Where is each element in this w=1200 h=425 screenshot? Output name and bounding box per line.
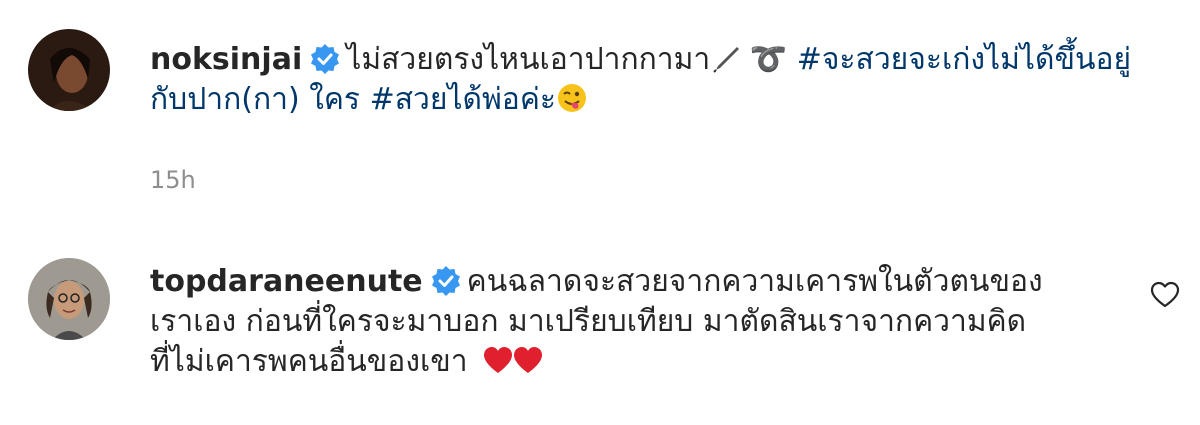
- verified-badge-icon: [431, 266, 460, 296]
- comment-timestamp[interactable]: 15h: [150, 166, 196, 194]
- pen-icon: [713, 47, 740, 73]
- red-heart-emoji: [484, 347, 513, 373]
- verified-badge-icon: [311, 44, 340, 74]
- avatar-image: [28, 258, 110, 340]
- hashtag-link[interactable]: #จะสวยจะเก่งไม่ได้ขึ้นอยู่: [797, 42, 1131, 77]
- like-heart-icon[interactable]: [1150, 280, 1180, 310]
- red-heart-emoji: [514, 347, 543, 373]
- hashtag-link-continued[interactable]: กับปาก(กา) ใคร: [150, 82, 360, 117]
- avatar[interactable]: [28, 258, 110, 340]
- comment-text: noksinjai ไม่สวยตรงไหนเอาปากกามา ➰ #จะสว…: [150, 40, 1131, 120]
- comment-line3: ที่ไม่เคารพคนอื่นของเขา: [150, 344, 468, 379]
- hashtag-link[interactable]: #สวยได้พ่อค่ะ: [370, 82, 556, 117]
- curly-loop-icon: ➰: [740, 42, 797, 77]
- comment-text: topdaraneenute คนฉลาดจะสวยจากความเคารพใน…: [150, 262, 1043, 382]
- comment-line1-text: ไม่สวยตรงไหนเอาปากกามา: [346, 42, 711, 77]
- username[interactable]: noksinjai: [150, 42, 302, 77]
- winking-tongue-emoji: [558, 84, 587, 112]
- username[interactable]: topdaraneenute: [150, 264, 423, 299]
- avatar-image: [28, 29, 110, 111]
- avatar[interactable]: [28, 29, 110, 111]
- comment-line2: เราเอง ก่อนที่ใครจะมาบอก มาเปรียบเทียบ ม…: [150, 304, 1027, 339]
- comment-line1: คนฉลาดจะสวยจากความเคารพในตัวตนของ: [466, 264, 1043, 299]
